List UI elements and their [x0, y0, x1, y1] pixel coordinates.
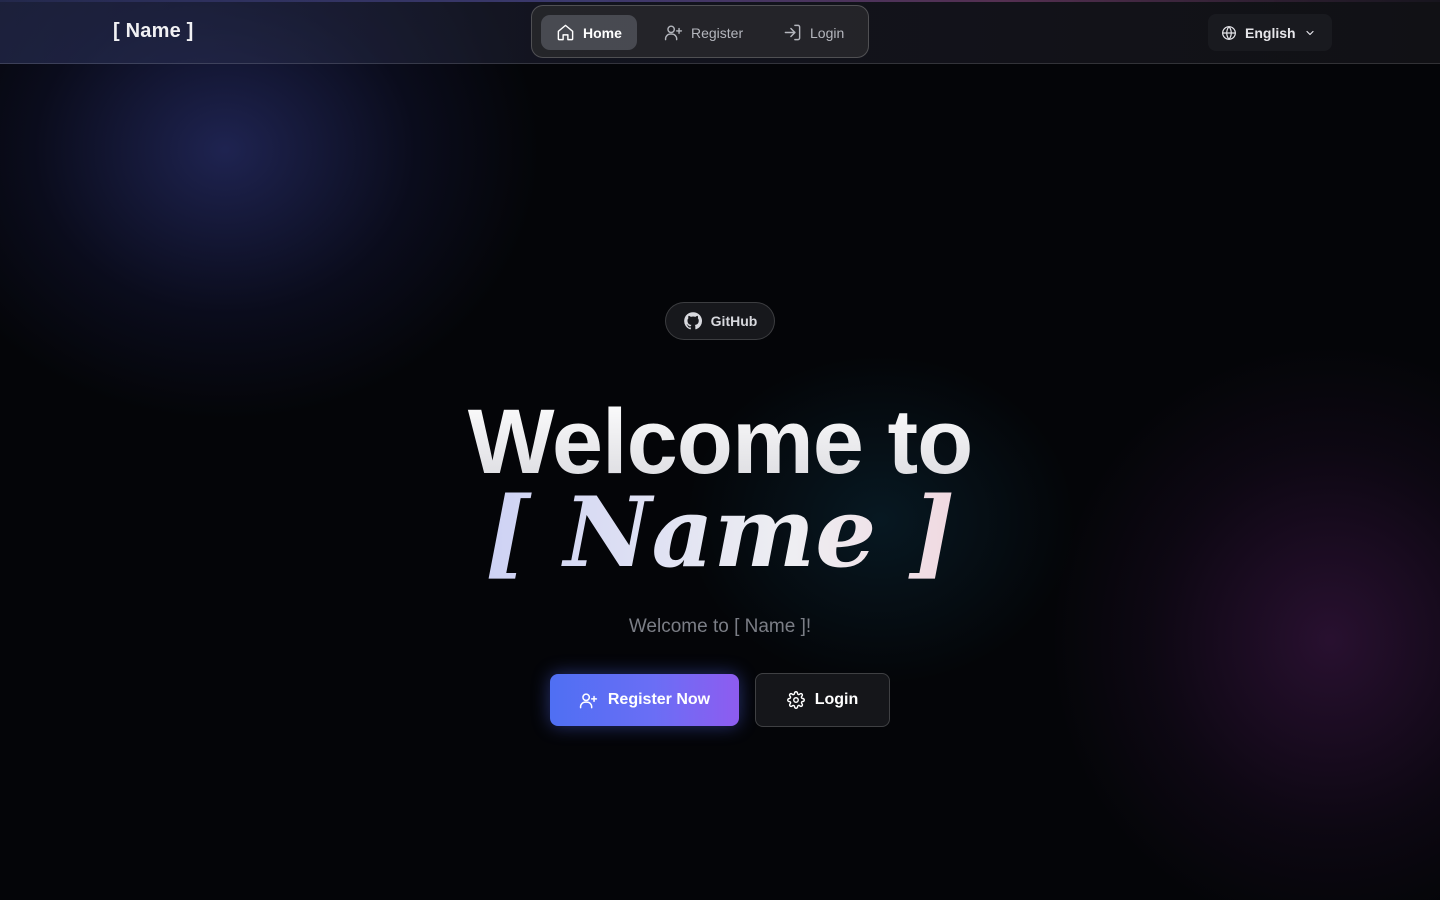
nav-login-label: Login	[810, 24, 845, 41]
hero-subtitle: Welcome to [ Name ]!	[628, 616, 812, 637]
nav-register-label: Register	[691, 24, 744, 41]
register-now-label: Register Now	[607, 691, 711, 708]
language-selector[interactable]: English	[1208, 14, 1332, 51]
login-button-label: Login	[814, 691, 859, 708]
nav-home-label: Home	[583, 24, 622, 41]
language-label: English	[1245, 24, 1296, 41]
landing-page: [ Name ] Home Register Login English Git…	[0, 0, 1440, 900]
nav-login[interactable]: Login	[768, 15, 859, 50]
github-label: GitHub	[710, 313, 758, 329]
nav-register[interactable]: Register	[649, 15, 758, 50]
home-icon	[557, 24, 574, 41]
user-plus-icon	[579, 692, 598, 708]
github-link[interactable]: GitHub	[665, 302, 775, 340]
brand-logo[interactable]: [ Name ]	[113, 20, 194, 43]
log-in-icon	[784, 24, 801, 41]
github-icon	[683, 312, 702, 330]
top-header: [ Name ] Home Register Login English	[0, 0, 1440, 64]
chevron-down-icon	[1305, 30, 1314, 35]
register-now-button[interactable]: Register Now	[550, 674, 739, 726]
gear-icon	[786, 691, 805, 709]
main-nav: Home Register Login	[531, 5, 869, 58]
hero-name: [ Name ]	[0, 478, 1440, 588]
user-plus-icon	[664, 25, 683, 41]
nav-home[interactable]: Home	[541, 15, 637, 50]
login-button[interactable]: Login	[755, 673, 890, 727]
globe-icon	[1222, 25, 1236, 40]
